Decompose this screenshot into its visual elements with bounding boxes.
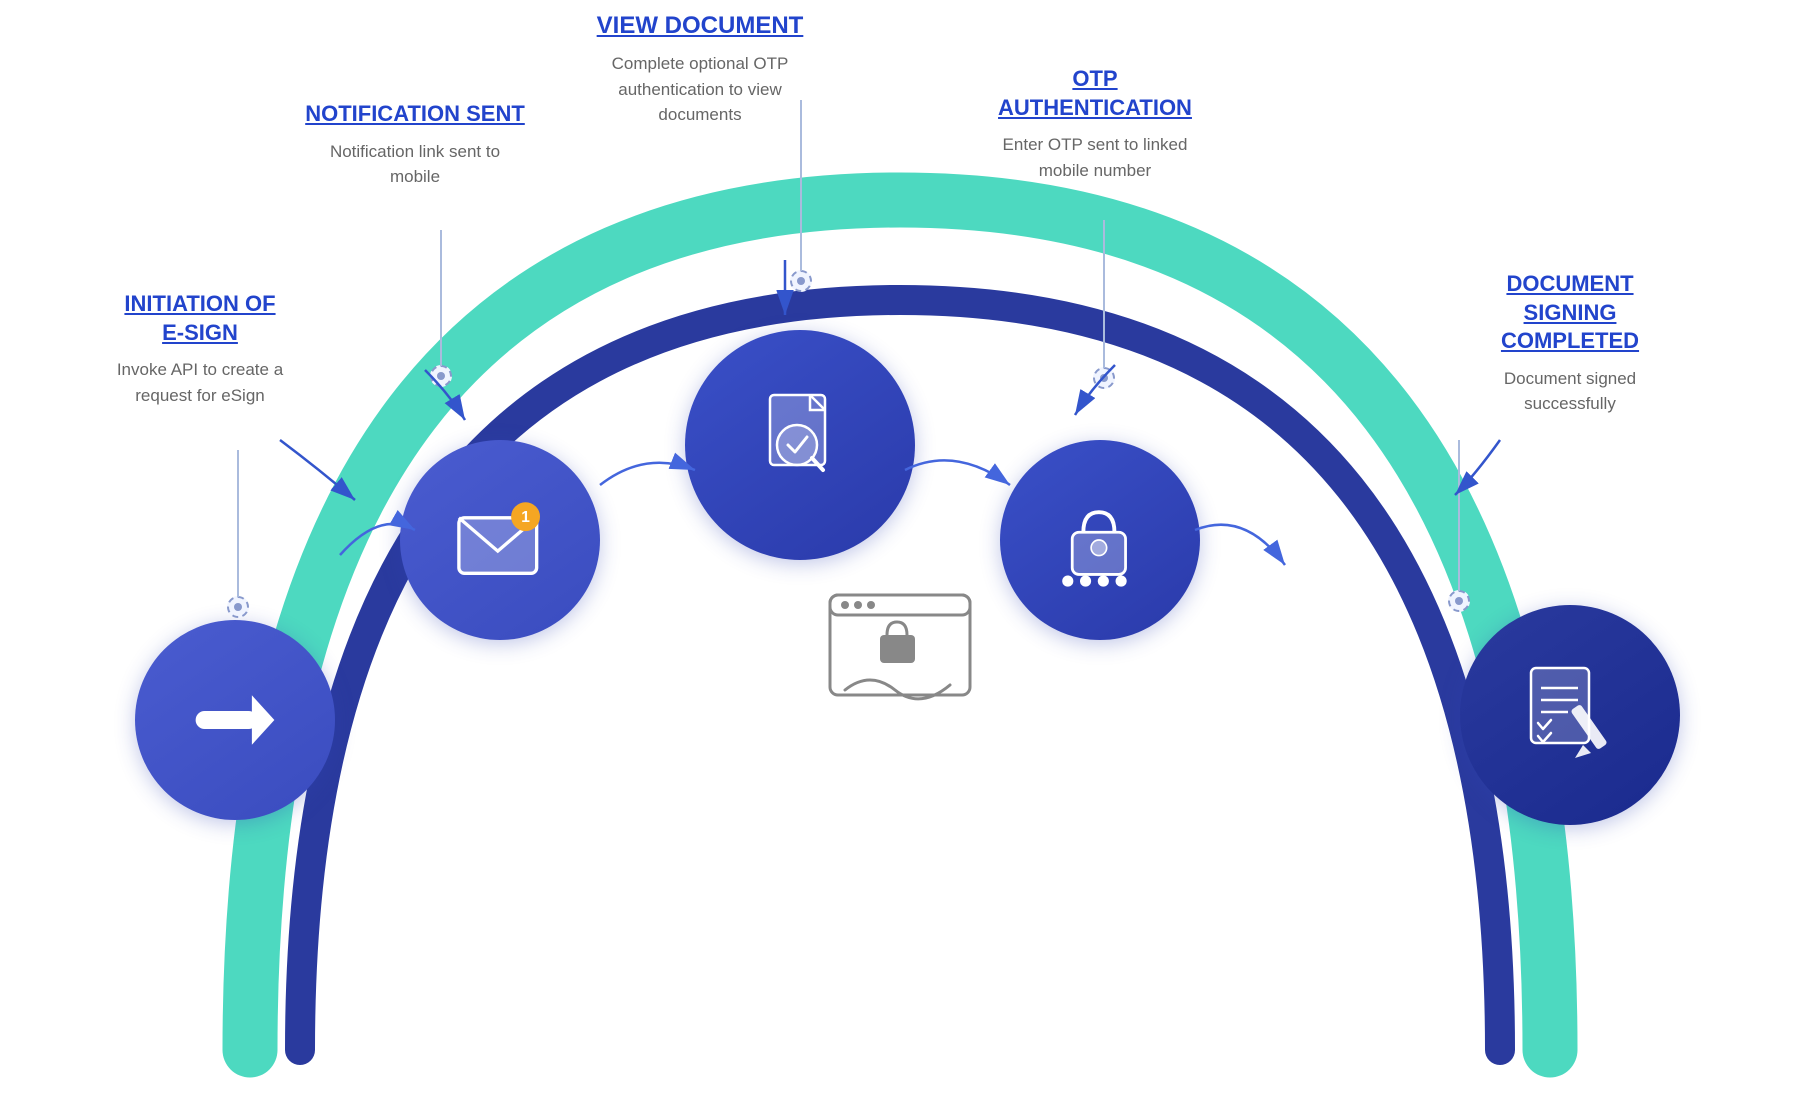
flow-arrow-3-4 (895, 430, 1025, 500)
step-2-label: NOTIFICATION SENT Notification link sent… (280, 100, 550, 190)
step-2-circle: 1 (400, 440, 600, 640)
line-2 (440, 230, 442, 366)
dot-connector-5 (1448, 590, 1470, 612)
flow-arrow-4-5 (1185, 490, 1295, 580)
step-4-label: OTPAUTHENTICATION Enter OTP sent to link… (965, 65, 1225, 183)
flow-arrow-2-3 (590, 430, 710, 500)
svg-text:✱: ✱ (1062, 574, 1073, 589)
svg-text:1: 1 (521, 509, 530, 526)
line-1 (237, 450, 239, 597)
step-1-circle (135, 620, 335, 820)
line-4 (1103, 220, 1105, 368)
dot-connector-1 (227, 596, 249, 618)
step-3-circle (685, 330, 915, 560)
center-esign-icon (820, 580, 980, 720)
step-5-circle (1460, 605, 1680, 825)
svg-text:✱: ✱ (1080, 574, 1091, 589)
arrow-2 (410, 360, 480, 430)
svg-text:✱: ✱ (1098, 574, 1109, 589)
svg-text:✱: ✱ (1116, 574, 1127, 589)
step-3-label: VIEW DOCUMENT Complete optional OTPauthe… (560, 10, 840, 128)
arrow-4 (1060, 355, 1130, 425)
step-5-label: DOCUMENTSIGNINGCOMPLETED Document signed… (1440, 270, 1700, 417)
diagram-container: INITIATION OF E-SIGN Invoke API to creat… (0, 0, 1800, 1103)
arrow-5 (1435, 430, 1515, 510)
arrow-3 (755, 255, 825, 325)
step-4-circle: ✱ ✱ ✱ ✱ (1000, 440, 1200, 640)
step-1-label: INITIATION OF E-SIGN Invoke API to creat… (60, 290, 340, 408)
flow-arrow-1-2 (330, 490, 430, 570)
